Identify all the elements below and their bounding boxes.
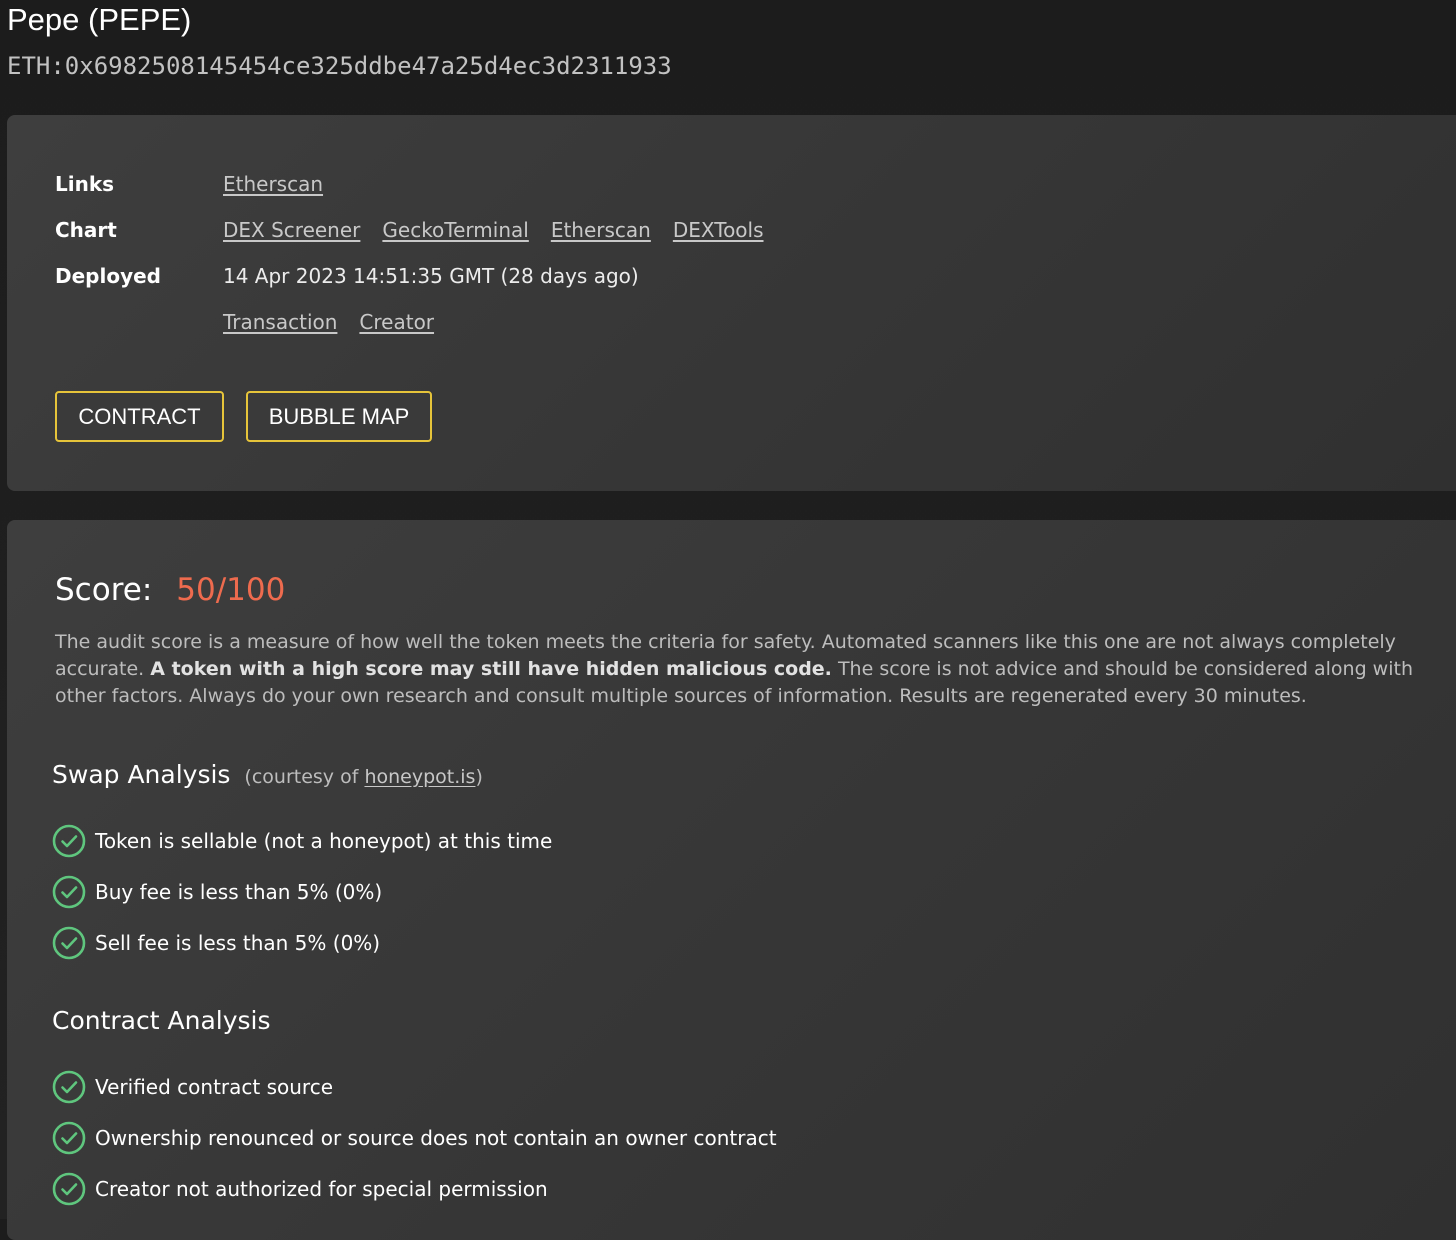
- token-address: ETH:0x6982508145454ce325ddbe47a25d4ec3d2…: [7, 52, 672, 80]
- courtesy-prefix: (courtesy of: [244, 766, 359, 788]
- score-label: Score:: [55, 572, 153, 608]
- deployed-label: Deployed: [55, 264, 161, 288]
- creator-link[interactable]: Creator: [359, 310, 434, 334]
- token-title: Pepe (PEPE): [7, 2, 192, 37]
- chart-link-etherscan[interactable]: Etherscan: [551, 218, 651, 242]
- action-buttons: CONTRACT BUBBLE MAP: [55, 391, 432, 442]
- swap-analysis-title: Swap Analysis: [52, 760, 231, 789]
- chart-values: DEX Screener GeckoTerminal Etherscan DEX…: [223, 218, 764, 242]
- links-row: Links Etherscan: [55, 161, 764, 207]
- score-line: Score: 50/100: [55, 570, 285, 610]
- deployed-links-row: Transaction Creator: [55, 299, 764, 345]
- deployed-row: Deployed 14 Apr 2023 14:51:35 GMT (28 da…: [55, 253, 764, 299]
- swap-analysis-heading: Swap Analysis (courtesy of honeypot.is): [52, 760, 483, 789]
- link-etherscan[interactable]: Etherscan: [223, 172, 323, 196]
- disclaimer-warning: A token with a high score may still have…: [150, 658, 832, 680]
- check-circle-icon: [52, 824, 86, 857]
- check-item-text: Sell fee is less than 5% (0%): [95, 930, 381, 955]
- check-circle-icon: [52, 926, 86, 959]
- score-card: Score: 50/100 The audit score is a measur…: [7, 520, 1456, 1240]
- check-item-text: Buy fee is less than 5% (0%): [95, 879, 383, 904]
- links-values: Etherscan: [223, 172, 323, 196]
- check-item-text: Creator not authorized for special permi…: [95, 1176, 548, 1201]
- list-item: Buy fee is less than 5% (0%): [52, 866, 552, 917]
- bubble-map-button[interactable]: BUBBLE MAP: [246, 391, 432, 442]
- check-item-text: Ownership renounced or source does not c…: [95, 1125, 777, 1150]
- list-item: Sell fee is less than 5% (0%): [52, 917, 552, 968]
- contract-analysis-list: Verified contract source Ownership renou…: [52, 1061, 777, 1214]
- links-label: Links: [55, 172, 115, 196]
- check-circle-icon: [52, 1121, 86, 1154]
- honeypot-link[interactable]: honeypot.is: [364, 766, 475, 788]
- check-item-text: Token is sellable (not a honeypot) at th…: [95, 828, 553, 853]
- check-circle-icon: [52, 1070, 86, 1103]
- list-item: Ownership renounced or source does not c…: [52, 1112, 777, 1163]
- score-disclaimer: The audit score is a measure of how well…: [55, 629, 1435, 710]
- contract-analysis-heading: Contract Analysis: [52, 1006, 271, 1035]
- chart-link-geckoterminal[interactable]: GeckoTerminal: [382, 218, 528, 242]
- transaction-link[interactable]: Transaction: [223, 310, 337, 334]
- chart-row: Chart DEX Screener GeckoTerminal Ethersc…: [55, 207, 764, 253]
- courtesy-note: (courtesy of honeypot.is): [244, 766, 482, 788]
- chart-link-dextools[interactable]: DEXTools: [673, 218, 764, 242]
- check-item-text: Verified contract source: [95, 1074, 334, 1099]
- chart-link-dex-screener[interactable]: DEX Screener: [223, 218, 360, 242]
- deployed-links: Transaction Creator: [223, 310, 434, 334]
- check-circle-icon: [52, 875, 86, 908]
- courtesy-suffix: ): [475, 766, 483, 788]
- list-item: Token is sellable (not a honeypot) at th…: [52, 815, 552, 866]
- list-item: Verified contract source: [52, 1061, 777, 1112]
- contract-button[interactable]: CONTRACT: [55, 391, 224, 442]
- check-circle-icon: [52, 1172, 86, 1205]
- list-item: Creator not authorized for special permi…: [52, 1163, 777, 1214]
- chart-label: Chart: [55, 218, 117, 242]
- deployed-value: 14 Apr 2023 14:51:35 GMT (28 days ago): [223, 264, 639, 288]
- score-value: 50/100: [176, 572, 286, 608]
- info-table: Links Etherscan Chart DEX Screener Gecko…: [55, 161, 764, 345]
- links-card: Links Etherscan Chart DEX Screener Gecko…: [7, 115, 1456, 491]
- swap-analysis-list: Token is sellable (not a honeypot) at th…: [52, 815, 552, 968]
